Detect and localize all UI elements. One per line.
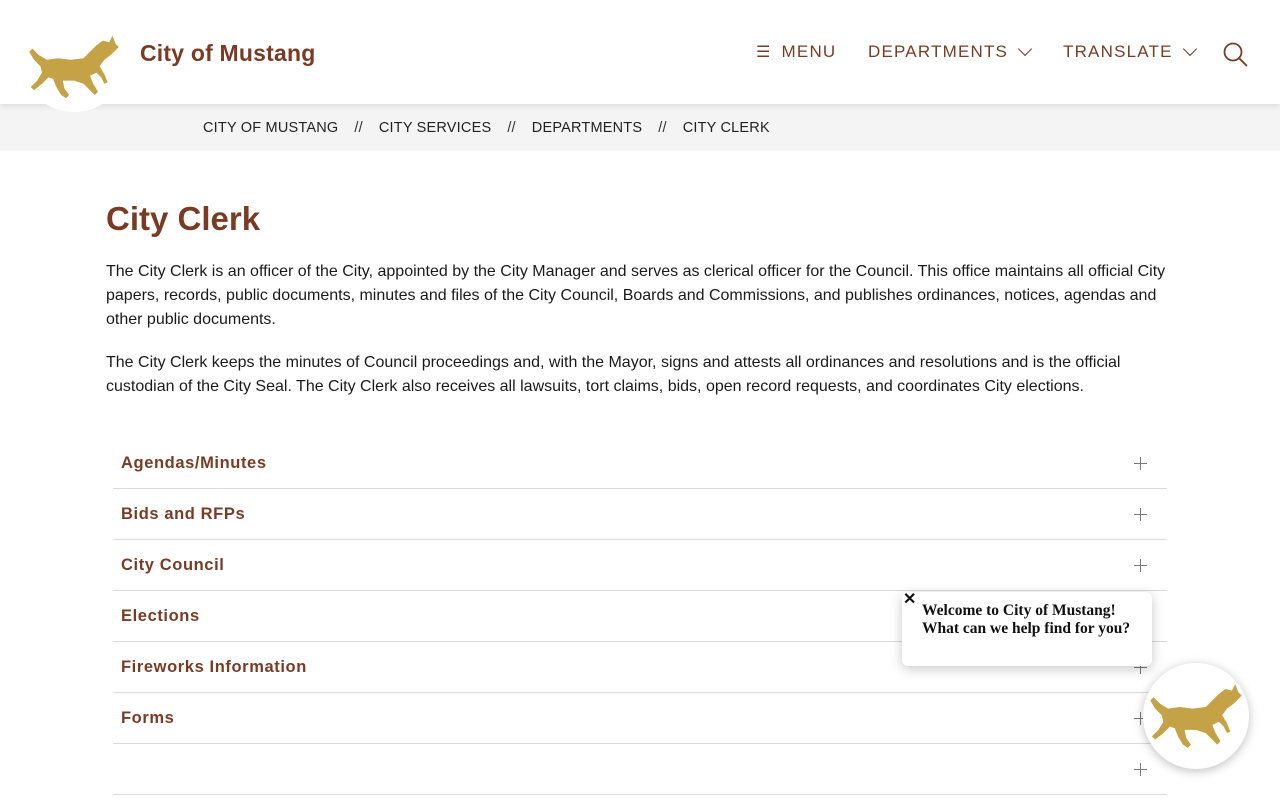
chat-welcome-message: Welcome to City of Mustang! What can we … <box>922 602 1131 637</box>
accordion-label: Forms <box>121 709 175 727</box>
hamburger-icon: ☰ <box>756 44 772 61</box>
translate-label: TRANSLATE <box>1063 42 1173 61</box>
chevron-down-icon <box>1182 41 1197 57</box>
translate-dropdown[interactable]: TRANSLATE <box>1063 41 1197 62</box>
breadcrumb-current: CITY CLERK <box>682 119 770 136</box>
accordion-item[interactable] <box>113 744 1167 795</box>
plus-icon <box>1134 457 1147 470</box>
mustang-logo[interactable] <box>24 22 124 112</box>
departments-dropdown[interactable]: DEPARTMENTS <box>868 41 1033 62</box>
intro-paragraph: The City Clerk is an officer of the City… <box>106 263 1166 328</box>
mustang-horse-icon <box>29 35 119 99</box>
accordion-item-city-council[interactable]: City Council <box>113 540 1167 591</box>
chat-launcher-button[interactable] <box>1143 663 1249 769</box>
breadcrumb-separator: // <box>354 119 363 136</box>
plus-icon <box>1134 763 1147 776</box>
accordion-label: Elections <box>121 607 200 625</box>
accordion-label: Agendas/Minutes <box>121 454 267 472</box>
page-title: City Clerk <box>106 200 261 237</box>
breadcrumb-item[interactable]: CITY OF MUSTANG <box>203 120 338 136</box>
close-icon[interactable]: ✕ <box>903 592 916 608</box>
breadcrumb: CITY OF MUSTANG // CITY SERVICES // DEPA… <box>0 104 1280 151</box>
breadcrumb-item[interactable]: CITY SERVICES <box>379 120 491 136</box>
plus-icon <box>1134 508 1147 521</box>
departments-label: DEPARTMENTS <box>868 42 1009 61</box>
site-header: City of Mustang ☰ MENU DEPARTMENTS TRANS… <box>0 0 1280 112</box>
search-icon <box>1223 42 1248 67</box>
chat-welcome-bubble[interactable]: ✕ Welcome to City of Mustang! What can w… <box>902 592 1152 666</box>
breadcrumb-separator: // <box>507 119 516 136</box>
menu-button[interactable]: ☰ MENU <box>756 42 836 62</box>
chevron-down-icon <box>1018 41 1033 57</box>
accordion-label: City Council <box>121 556 225 574</box>
breadcrumb-separator: // <box>658 119 667 136</box>
accordion-label: Fireworks Information <box>121 658 307 676</box>
accordion-label: Bids and RFPs <box>121 505 246 523</box>
accordion-item-agendas-minutes[interactable]: Agendas/Minutes <box>113 438 1167 489</box>
plus-icon <box>1134 559 1147 572</box>
menu-label: MENU <box>781 42 837 61</box>
breadcrumb-item[interactable]: DEPARTMENTS <box>532 120 642 136</box>
accordion-item-forms[interactable]: Forms <box>113 693 1167 744</box>
duties-paragraph: The City Clerk keeps the minutes of Coun… <box>106 354 1121 395</box>
mustang-horse-icon <box>1150 684 1242 748</box>
site-title[interactable]: City of Mustang <box>140 40 316 67</box>
accordion-item-bids-rfps[interactable]: Bids and RFPs <box>113 489 1167 540</box>
search-button[interactable] <box>1222 41 1248 67</box>
